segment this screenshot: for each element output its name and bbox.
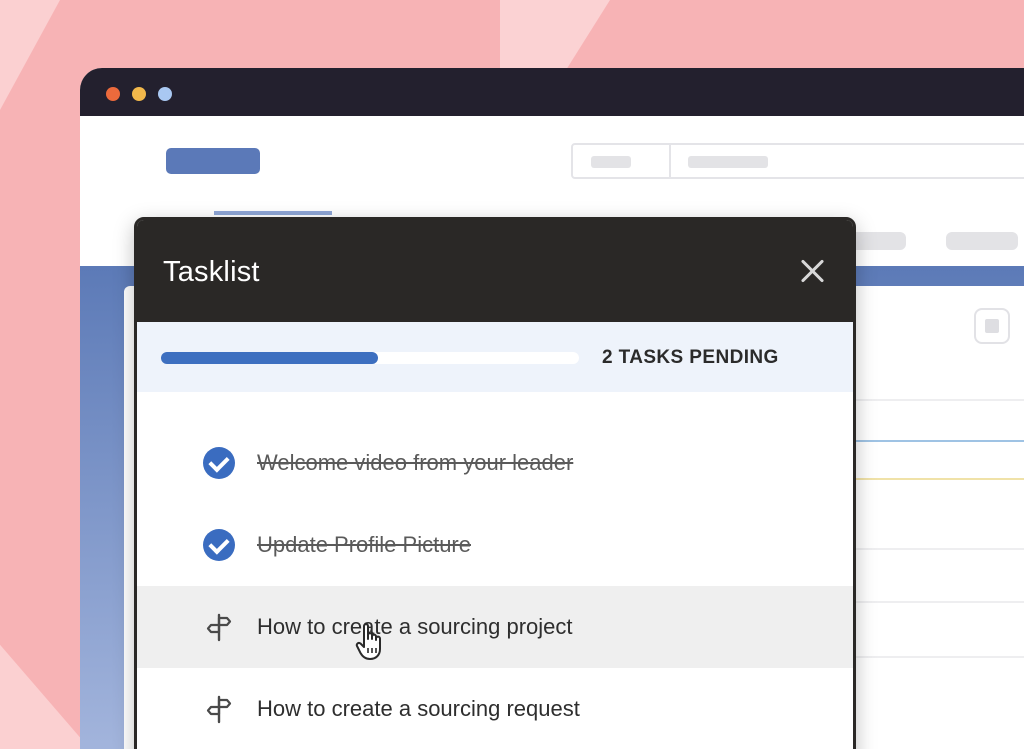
background-shape <box>0 0 60 110</box>
tasks-pending-status: 2 TASKS PENDING <box>602 347 779 368</box>
check-circle-icon <box>203 529 235 561</box>
nav-item-placeholder[interactable] <box>946 232 1018 250</box>
task-label: Update Profile Picture <box>257 532 471 557</box>
hand-pointer-cursor-icon <box>355 622 389 662</box>
active-nav-indicator <box>214 211 332 215</box>
window-minimize-dot[interactable] <box>132 87 146 101</box>
progress-bar <box>161 352 579 364</box>
task-item-sourcing-request[interactable]: How to create a sourcing request <box>137 668 853 749</box>
search-input-placeholder <box>688 156 768 168</box>
task-item-sourcing-project[interactable]: How to create a sourcing project <box>137 586 853 668</box>
browser-titlebar <box>80 68 1024 116</box>
task-label: How to create a sourcing project <box>257 614 573 639</box>
window-maximize-dot[interactable] <box>158 87 172 101</box>
background-shape <box>500 0 610 70</box>
task-list: Welcome video from your leader Update Pr… <box>137 392 853 749</box>
search-scope-placeholder <box>591 156 631 168</box>
signpost-icon <box>203 693 235 725</box>
task-label: Welcome video from your leader <box>257 450 574 475</box>
window-close-dot[interactable] <box>106 87 120 101</box>
task-label: How to create a sourcing request <box>257 696 580 721</box>
logo-placeholder <box>166 148 260 174</box>
panel-action-button[interactable] <box>974 308 1010 344</box>
nav-item-placeholder[interactable] <box>850 232 906 250</box>
progress-section: 2 TASKS PENDING <box>137 322 853 392</box>
tasklist-header: Tasklist <box>137 220 853 322</box>
check-circle-icon <box>203 447 235 479</box>
background-shape <box>0 644 90 749</box>
search-divider <box>669 145 671 177</box>
signpost-icon <box>203 611 235 643</box>
progress-bar-fill <box>161 352 379 364</box>
task-item-update-profile-picture[interactable]: Update Profile Picture <box>137 504 853 586</box>
task-item-welcome-video[interactable]: Welcome video from your leader <box>137 422 853 504</box>
tasklist-dialog: Tasklist 2 TASKS PENDING Welcome video f… <box>134 217 856 749</box>
close-icon[interactable] <box>799 258 825 284</box>
search-bar[interactable] <box>571 143 1024 179</box>
tasklist-title: Tasklist <box>163 256 260 288</box>
